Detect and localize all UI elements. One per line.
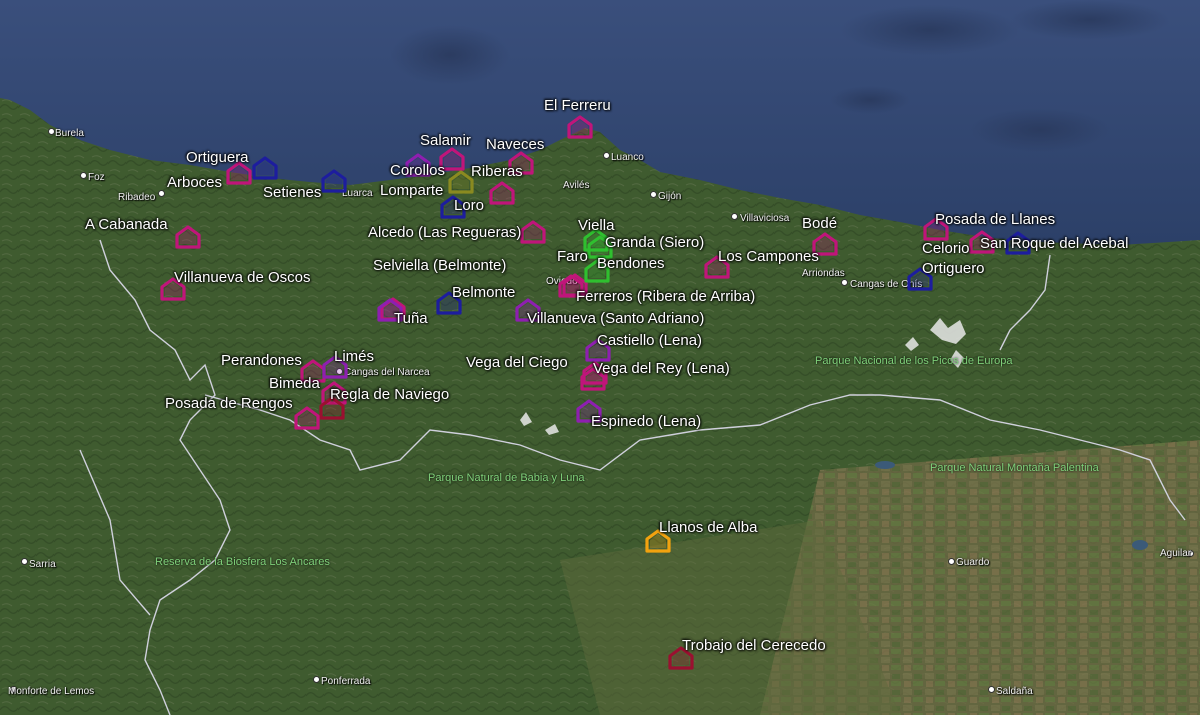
place-label[interactable]: Vega del Ciego [466, 355, 568, 371]
place-label[interactable]: Granda (Siero) [605, 235, 704, 251]
town-label: Guardo [956, 557, 990, 568]
place-label[interactable]: San Roque del Acebal [980, 236, 1128, 252]
town-label: Luanco [611, 152, 644, 163]
house-pin-icon[interactable] [294, 406, 320, 430]
house-pin-icon[interactable] [489, 181, 515, 205]
place-label[interactable]: Posada de Rengos [165, 396, 293, 412]
place-label[interactable]: Castiello (Lena) [597, 333, 702, 349]
park-label: Parque Natural de Babia y Luna [428, 472, 585, 484]
cloud-5 [830, 86, 910, 114]
town-marker [158, 190, 165, 197]
place-label[interactable]: Faro [557, 249, 588, 265]
place-label[interactable]: Perandones [221, 353, 302, 369]
place-label[interactable]: Celorio [922, 241, 970, 257]
place-label[interactable]: Viella [578, 218, 614, 234]
town-label: Foz [88, 172, 105, 183]
house-pin-icon[interactable] [567, 115, 593, 139]
town-marker [80, 172, 87, 179]
town-label: Cangas del Narcea [344, 367, 430, 378]
park-label: Parque Natural Montaña Palentina [930, 462, 1099, 474]
town-label: Ponferrada [321, 676, 371, 687]
town-marker [48, 128, 55, 135]
house-pin-icon[interactable] [175, 225, 201, 249]
place-label[interactable]: Ortiguero [922, 261, 985, 277]
place-label[interactable]: Tuña [394, 311, 428, 327]
town-marker [988, 686, 995, 693]
place-label[interactable]: Riberas [471, 164, 523, 180]
town-marker [603, 152, 610, 159]
place-label[interactable]: Setienes [263, 185, 321, 201]
place-label[interactable]: Limés [334, 349, 374, 365]
cloud-1 [390, 25, 510, 85]
place-label[interactable]: Bimeda [269, 376, 320, 392]
place-label[interactable]: Bodé [802, 216, 837, 232]
place-label[interactable]: Ferreros (Ribera de Arriba) [576, 289, 755, 305]
cloud-3 [1010, 0, 1170, 40]
town-label: Saldaña [996, 686, 1033, 697]
place-label[interactable]: Regla de Naviego [330, 387, 449, 403]
town-marker [21, 558, 28, 565]
park-label: Reserva de la Biosfera Los Ancares [155, 556, 330, 568]
place-label[interactable]: Villanueva (Santo Adriano) [527, 311, 704, 327]
place-label[interactable]: Arboces [167, 175, 222, 191]
place-label[interactable]: Naveces [486, 137, 544, 153]
town-label: Arriondas [802, 268, 845, 279]
place-label[interactable]: Alcedo (Las Regueras) [368, 225, 521, 241]
house-pin-icon[interactable] [520, 220, 546, 244]
town-label: Gijón [658, 191, 682, 202]
town-marker [841, 279, 848, 286]
place-label[interactable]: Bendones [597, 256, 665, 272]
town-label: Monforte de Lemos [8, 686, 95, 697]
place-label[interactable]: Trobajo del Cerecedo [682, 638, 826, 654]
place-label[interactable]: A Cabanada [85, 217, 168, 233]
town-label: Villaviciosa [740, 213, 790, 224]
place-label[interactable]: Salamir [420, 133, 471, 149]
cloud-4 [970, 108, 1110, 152]
cloud-2 [840, 5, 1020, 55]
town-label: Aguilar [1160, 548, 1192, 559]
place-label[interactable]: Ortiguera [186, 150, 249, 166]
town-marker [948, 558, 955, 565]
place-label[interactable]: Lomparte [380, 183, 443, 199]
town-marker [313, 676, 320, 683]
place-label[interactable]: Villanueva de Oscos [174, 270, 310, 286]
place-label[interactable]: Espinedo (Lena) [591, 414, 701, 430]
town-label: Sarria [29, 559, 56, 570]
town-label: Burela [55, 128, 84, 139]
park-label: Parque Nacional de los Picos de Europa [815, 355, 1013, 367]
town-marker [650, 191, 657, 198]
house-pin-icon[interactable] [321, 169, 347, 193]
place-label[interactable]: Corollos [390, 163, 445, 179]
place-label[interactable]: Posada de Llanes [935, 212, 1055, 228]
place-label[interactable]: Belmonte [452, 285, 515, 301]
place-label[interactable]: Selviella (Belmonte) [373, 258, 506, 274]
town-label: Avilés [563, 180, 590, 191]
place-label[interactable]: Vega del Rey (Lena) [593, 361, 730, 377]
town-marker [731, 213, 738, 220]
place-label[interactable]: El Ferreru [544, 98, 611, 114]
place-label[interactable]: Loro [454, 198, 484, 214]
house-pin-icon[interactable] [252, 156, 278, 180]
town-label: Ribadeo [118, 192, 156, 203]
place-label[interactable]: Llanos de Alba [659, 520, 757, 536]
place-label[interactable]: Los Campones [718, 249, 819, 265]
